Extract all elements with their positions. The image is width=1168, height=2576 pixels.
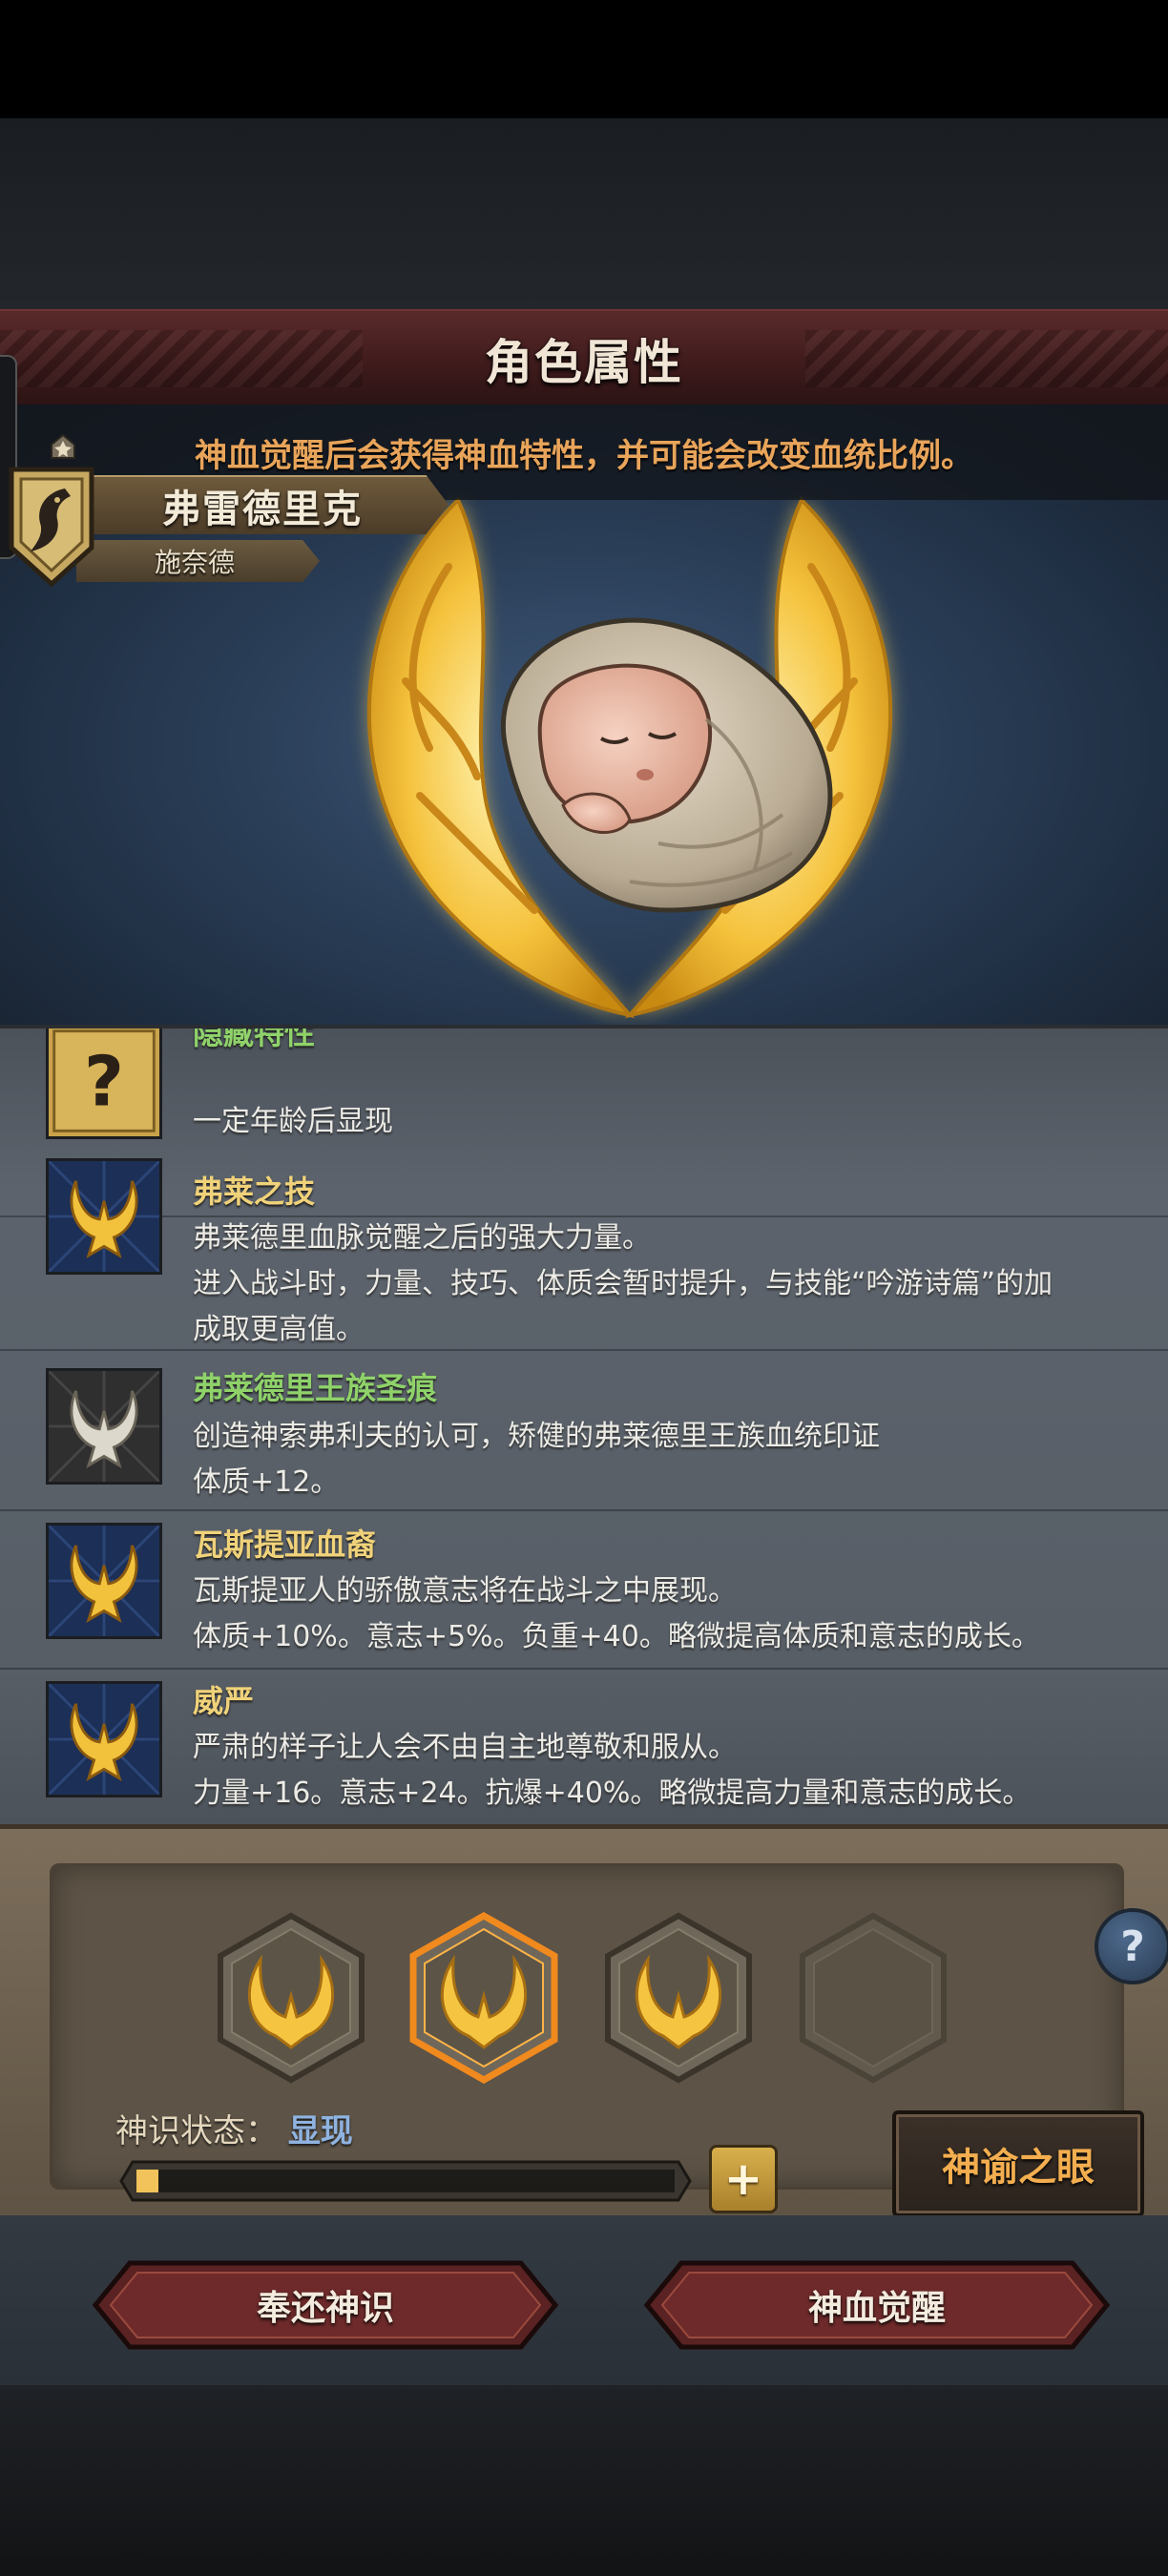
dimmed-background [0,118,1168,309]
blood-awaken-button[interactable]: 神血觉醒 [643,2259,1111,2351]
divine-slot-4-empty[interactable] [797,1912,949,2084]
dimmed-background-bottom [0,2385,1168,2576]
trait-item[interactable]: 瓦斯提亚血裔 瓦斯提亚人的骄傲意志将在战斗之中展现。 体质+10%。意志+5%。… [0,1511,1168,1670]
trait-item[interactable]: 弗莱德里王族圣痕 创造神索弗利夫的认可，矫健的弗莱德里王族血统印证 体质+12。 [0,1351,1168,1511]
trait-title: 瓦斯提亚血裔 [193,1527,377,1563]
trait-item[interactable]: 威严 严肃的样子让人会不由自主地尊敬和服从。 力量+16。意志+24。抗爆+40… [0,1670,1168,1828]
help-button[interactable]: ? [1095,1908,1168,1984]
blue-horn-crest-icon [46,1158,162,1275]
add-progress-button[interactable]: + [709,2145,778,2213]
trait-description: 成取更高值。 [193,1313,365,1346]
trait-description: 体质+12。 [193,1465,340,1499]
hero-family-banner: 施奈德 [76,540,320,582]
title-banner: 角色属性 [0,309,1168,409]
blood-awaken-label: 神血觉醒 [807,2289,946,2328]
hero-name-banner: 弗雷德里克 [76,475,448,534]
help-icon: ? [1120,1922,1145,1971]
baby-portrait [501,617,833,913]
trait-description: 进入战斗时，力量、技巧、体质会暂时提升，与技能“吟游诗篇”的加 [193,1267,1053,1300]
divine-slot-2-selected[interactable] [407,1912,560,2084]
divine-sense-status: 神识状态： 显现 [115,2105,353,2151]
hero-name: 弗雷德里克 [162,488,363,531]
trait-title: 弗莱之技 [193,1174,316,1210]
divine-slot-panel: ? 神识状态： 显现 + 神谕之眼 [0,1824,1168,2226]
traits-list[interactable]: ? 隐藏特性 一定年龄后显现 弗莱之技 弗莱德里血脉觉醒之后的强大力量。 进入战… [0,1025,1168,1828]
page-title: 角色属性 [485,335,683,390]
return-divine-sense-label: 奉还神识 [256,2289,394,2328]
status-value: 显现 [287,2112,353,2150]
notice-text: 神血觉醒后会获得神血特性，并可能会改变血统比例。 [195,436,973,475]
trait-title: 隐藏特性 [193,1025,316,1051]
trait-title: 威严 [193,1683,255,1719]
status-bar-area [0,0,1168,118]
trait-description: 力量+16。意志+24。抗爆+40%。略微提高力量和意志的成长。 [193,1776,1032,1810]
blue-horn-crest-icon [46,1681,162,1797]
status-label: 神识状态： [115,2112,278,2150]
trait-description: 体质+10%。意志+5%。负重+40。略微提高体质和意志的成长。 [193,1620,1040,1653]
trait-description: 严肃的样子让人会不由自主地尊敬和服从。 [193,1731,737,1764]
silver-horn-crest-icon [46,1368,162,1485]
family-crest-shield-icon [9,467,94,588]
footer-actions: 奉还神识 神血觉醒 [0,2215,1168,2385]
oracle-eye-label: 神谕之眼 [942,2146,1095,2190]
trait-title: 弗莱德里王族圣痕 [193,1370,438,1406]
trait-item[interactable]: 弗莱之技 弗莱德里血脉觉醒之后的强大力量。 进入战斗时，力量、技巧、体质会暂时提… [0,1143,1168,1351]
plus-icon: + [723,2152,763,2206]
divine-sense-progress-bar [119,2160,692,2202]
oracle-eye-button[interactable]: 神谕之眼 [892,2110,1144,2217]
trait-description: 创造神索弗利夫的认可，矫健的弗莱德里王族血统印证 [193,1420,880,1453]
trait-description: 瓦斯提亚人的骄傲意志将在战斗之中展现。 [193,1574,737,1608]
svg-text:?: ? [84,1043,124,1123]
trait-description: 一定年龄后显现 [193,1105,393,1138]
blue-horn-crest-icon [46,1523,162,1639]
star-rank-icon [51,433,75,459]
hero-family-name: 施奈德 [155,547,236,578]
question-icon: ? [46,1028,162,1139]
trait-description: 弗莱德里血脉觉醒之后的强大力量。 [193,1221,651,1255]
slot-panel-frame: ? 神识状态： 显现 + 神谕之眼 [50,1863,1168,2217]
divine-slot-3[interactable] [602,1912,755,2084]
divine-slot-1[interactable] [215,1912,367,2084]
return-divine-sense-button[interactable]: 奉还神识 [92,2259,559,2351]
